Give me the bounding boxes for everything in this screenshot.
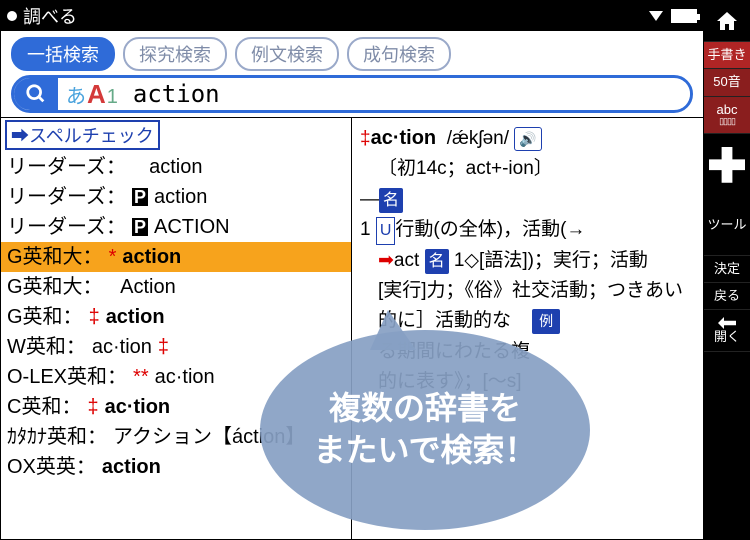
list-item-selected[interactable]: G英和大：*action xyxy=(1,242,351,272)
status-dot xyxy=(7,11,17,21)
search-mode-tabs: 一括検索 探究検索 例文検索 成句検索 xyxy=(1,31,703,75)
audio-icon[interactable]: 🔊 xyxy=(514,127,541,151)
search-input[interactable] xyxy=(127,80,690,108)
decide-button[interactable]: 決定 xyxy=(704,256,750,283)
list-item[interactable]: リーダーズ：Paction xyxy=(1,182,351,212)
search-bar: あA1 xyxy=(11,75,693,113)
headword: ac·tion xyxy=(371,127,437,149)
etymology: 〔初14c；act+-ion〕 xyxy=(360,154,695,184)
tab-example-search[interactable]: 例文検索 xyxy=(235,37,339,71)
search-icon[interactable] xyxy=(14,78,58,110)
back-button[interactable]: 戻る xyxy=(704,283,750,310)
titlebar: 調べる xyxy=(1,1,703,31)
download-icon xyxy=(649,11,663,21)
link-arrow-icon: ➡ xyxy=(378,250,394,271)
tab-batch-search[interactable]: 一括検索 xyxy=(11,37,115,71)
input-mode-indicator[interactable]: あA1 xyxy=(58,79,127,110)
list-item[interactable]: リーダーズ：PACTION xyxy=(1,212,351,242)
tab-research-search[interactable]: 探究検索 xyxy=(123,37,227,71)
tab-idiom-search[interactable]: 成句検索 xyxy=(347,37,451,71)
battery-icon xyxy=(671,9,697,23)
fifty-sounds-button[interactable]: 50音 xyxy=(704,69,750,96)
handwriting-button[interactable]: 手書き xyxy=(704,42,750,69)
abc-button[interactable]: abc▯▯▯▯ xyxy=(704,97,750,134)
feature-callout: 複数の辞書を またいで検索！ xyxy=(260,330,590,530)
pos-tag: 名 xyxy=(379,188,403,214)
home-button[interactable] xyxy=(704,0,750,42)
hardware-sidebar: 手書き 50音 abc▯▯▯▯ ツール 決定 戻る 開く xyxy=(704,0,750,540)
list-item[interactable]: W英和：ac·tion‡ xyxy=(1,332,351,362)
tool-button[interactable]: ツール xyxy=(704,196,750,256)
list-item[interactable]: G英和大： Action xyxy=(1,272,351,302)
app-title: 調べる xyxy=(23,3,649,29)
open-button[interactable]: 開く xyxy=(704,310,750,351)
list-item[interactable]: G英和：‡action xyxy=(1,302,351,332)
example-badge[interactable]: 例 xyxy=(532,309,560,333)
dpad[interactable] xyxy=(704,134,750,196)
list-item[interactable]: リーダーズ： action xyxy=(1,152,351,182)
spellcheck-link[interactable]: ➡スペルチェック xyxy=(5,120,160,150)
